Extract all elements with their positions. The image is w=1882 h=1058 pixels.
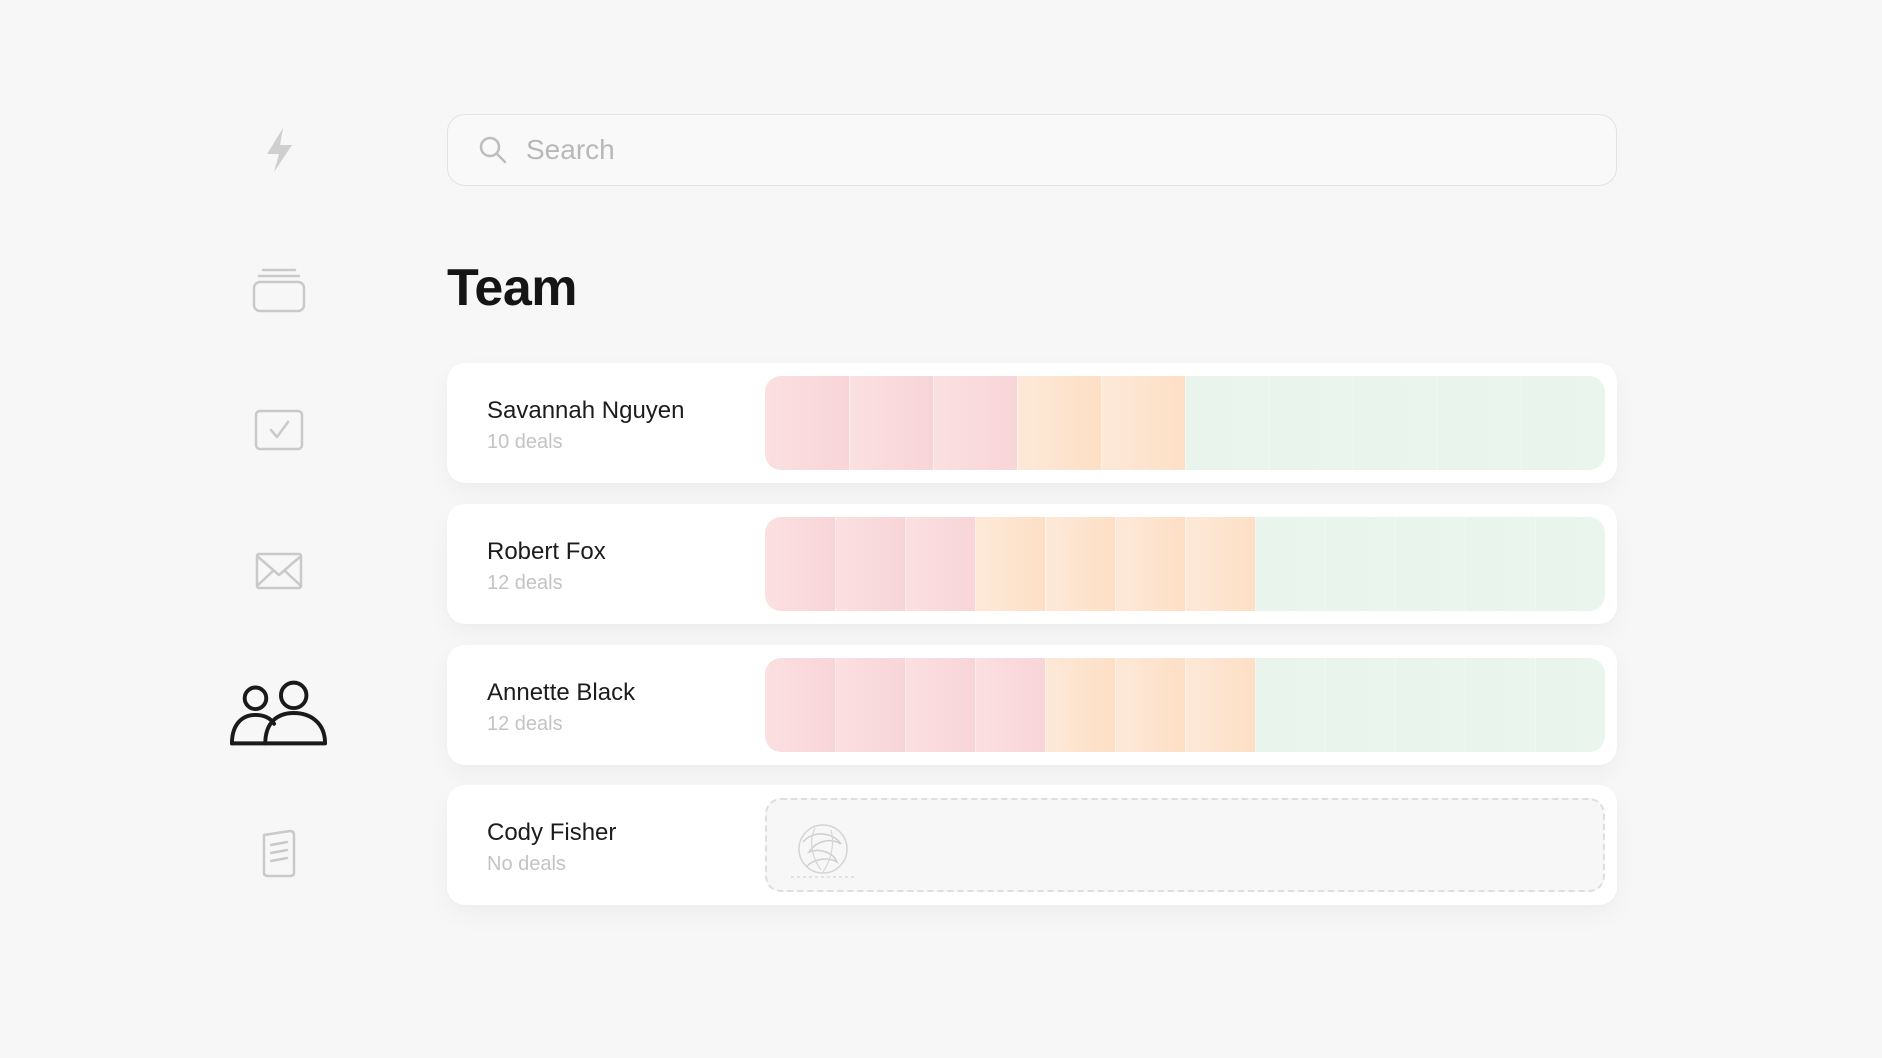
search-input[interactable]	[524, 119, 1578, 181]
deal-progress-bar[interactable]	[765, 658, 1605, 752]
deal-segment-orange	[1017, 376, 1101, 470]
search-icon	[478, 135, 508, 165]
deal-segment-green	[1437, 376, 1521, 470]
sidebar-item-deals[interactable]	[229, 240, 329, 340]
sidebar-item-notes[interactable]	[229, 803, 329, 903]
notes-icon	[262, 829, 296, 878]
deal-segment-green	[1521, 376, 1605, 470]
sidebar-nav	[0, 0, 380, 1058]
team-member-row[interactable]: Cody Fisher No deals	[447, 785, 1617, 905]
deal-segment-red	[835, 658, 905, 752]
deal-segment-green	[1269, 376, 1353, 470]
sidebar-item-team[interactable]	[229, 663, 329, 763]
deal-segment-orange	[1115, 517, 1185, 611]
page-title: Team	[447, 259, 577, 317]
deal-segment-green	[1535, 517, 1605, 611]
deal-progress-bar[interactable]	[765, 517, 1605, 611]
deal-segment-green	[1535, 658, 1605, 752]
deal-segment-red	[975, 658, 1045, 752]
inbox-stack-icon	[252, 268, 306, 313]
member-name: Cody Fisher	[487, 819, 617, 846]
member-deal-count: 12 deals	[487, 713, 563, 735]
deal-segment-green	[1395, 658, 1465, 752]
member-name: Annette Black	[487, 679, 636, 706]
member-name: Savannah Nguyen	[487, 397, 685, 424]
deal-segment-red	[905, 517, 975, 611]
deal-segment-green	[1325, 658, 1395, 752]
member-deal-count: 12 deals	[487, 572, 563, 594]
deal-segment-orange	[1101, 376, 1185, 470]
mail-icon	[255, 552, 303, 590]
tumbleweed-icon	[791, 824, 855, 878]
sidebar-item-activity[interactable]	[229, 100, 329, 200]
deal-progress-bar[interactable]	[765, 376, 1605, 470]
deal-segment-red	[835, 517, 905, 611]
empty-deals-placeholder	[765, 798, 1605, 892]
member-deal-count: 10 deals	[487, 431, 563, 453]
sidebar-item-tasks[interactable]	[229, 380, 329, 480]
deal-segment-red	[849, 376, 933, 470]
member-deal-count: No deals	[487, 853, 566, 875]
deal-segment-green	[1465, 658, 1535, 752]
deal-segment-orange	[975, 517, 1045, 611]
member-name: Robert Fox	[487, 538, 606, 565]
task-check-icon	[254, 409, 304, 451]
deal-segment-green	[1325, 517, 1395, 611]
deal-segment-red	[933, 376, 1017, 470]
deal-segment-orange	[1185, 658, 1255, 752]
deal-segment-green	[1255, 658, 1325, 752]
deal-segment-orange	[1185, 517, 1255, 611]
deal-segment-green	[1395, 517, 1465, 611]
deal-segment-orange	[1115, 658, 1185, 752]
lightning-icon	[267, 128, 292, 172]
team-member-row[interactable]: Robert Fox 12 deals	[447, 504, 1617, 624]
deal-segment-green	[1353, 376, 1437, 470]
deal-segment-green	[1465, 517, 1535, 611]
sidebar-item-mail[interactable]	[229, 521, 329, 621]
search-bar[interactable]	[447, 114, 1617, 186]
team-member-row[interactable]: Savannah Nguyen 10 deals	[447, 363, 1617, 483]
deal-segment-green	[1185, 376, 1269, 470]
deal-segment-red	[765, 517, 835, 611]
deal-segment-red	[765, 658, 835, 752]
deal-segment-orange	[1045, 658, 1115, 752]
team-users-icon	[229, 680, 328, 746]
deal-segment-red	[765, 376, 849, 470]
deal-segment-orange	[1045, 517, 1115, 611]
deal-segment-red	[905, 658, 975, 752]
team-member-row[interactable]: Annette Black 12 deals	[447, 645, 1617, 765]
deal-segment-green	[1255, 517, 1325, 611]
